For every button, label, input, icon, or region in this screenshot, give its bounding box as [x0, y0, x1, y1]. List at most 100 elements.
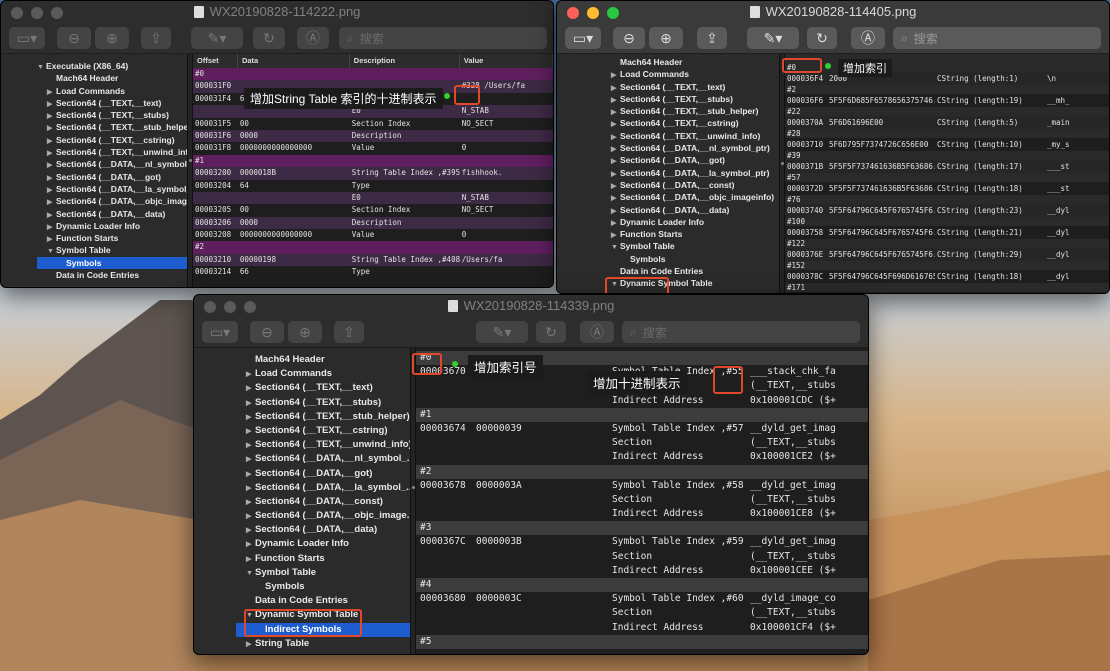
markup-button[interactable]: ✎▾ [747, 27, 799, 49]
table-row[interactable]: E0 N_STAB [193, 191, 553, 205]
zoom-out-button[interactable]: ⊖ [613, 27, 645, 49]
rotate-button[interactable]: ↻ [807, 27, 837, 49]
table-row[interactable]: 000036F4 2000 CString (length:1) \n [785, 72, 1109, 85]
sidebar-item[interactable]: ▶ Load Commands [601, 68, 779, 80]
disclosure-closed-icon[interactable]: ▶ [47, 210, 56, 220]
sidebar-item[interactable]: ▶ Section64 (__DATA,__nl_symbol_... [236, 452, 410, 466]
table-row[interactable]: 000036F6 5F5F6D685F6578656375746... CStrin… [785, 94, 1109, 107]
sidebar-item[interactable]: ▶ Dynamic Loader Info [236, 537, 410, 551]
sidebar-item[interactable]: ▶Section64 (__DATA,__nl_symbol_ptr) [601, 142, 779, 154]
disclosure-closed-icon[interactable]: ▶ [611, 95, 620, 105]
disclosure-closed-icon[interactable]: ▶ [611, 156, 620, 166]
disclosure-closed-icon[interactable]: ▶ [246, 638, 255, 651]
disclosure-closed-icon[interactable]: ▶ [611, 119, 620, 129]
column-header[interactable]: Description [350, 54, 460, 68]
sidebar-item[interactable]: ▶ Section64 (__DATA,__got) [236, 467, 410, 481]
sidebar-item[interactable]: Data in Code Entries [37, 269, 187, 281]
disclosure-closed-icon[interactable]: ▶ [611, 144, 620, 154]
sidebar-item[interactable]: ▶ Function Starts [236, 552, 410, 566]
zoom-in-button[interactable]: ⊕ [95, 27, 129, 49]
zoom-out-button[interactable]: ⊖ [57, 27, 91, 49]
sidebar-item[interactable]: ▶ Load Commands [37, 85, 187, 97]
disclosure-closed-icon[interactable]: ▶ [246, 382, 255, 395]
sidebar-item[interactable]: Symbols [236, 580, 410, 594]
share-button[interactable]: ⇪ [141, 27, 171, 49]
sidebar-item[interactable]: ▼ Symbol Table [601, 240, 779, 252]
search-field[interactable]: ⌕ 搜索 [622, 321, 860, 343]
zoom-out-button[interactable]: ⊖ [250, 321, 284, 343]
zoom-in-button[interactable]: ⊕ [288, 321, 322, 343]
sidebar-toggle-button[interactable]: ▭▾ [9, 27, 45, 49]
sidebar-item[interactable]: ▶Section64 (__DATA,__objc_imageinfo) [601, 191, 779, 203]
sidebar-item[interactable]: ▶ Section64 (__DATA,__data) [37, 208, 187, 220]
sidebar-item[interactable]: ▶ Dynamic Loader Info [37, 220, 187, 232]
table-row[interactable]: 00003208 0000000000000000 Value 0 [193, 229, 553, 241]
disclosure-closed-icon[interactable]: ▶ [47, 197, 56, 207]
disclosure-closed-icon[interactable]: ▶ [246, 468, 255, 481]
table-row[interactable]: 000031F8 0000000000000000 Value 0 [193, 142, 553, 154]
disclosure-closed-icon[interactable]: ▶ [246, 510, 255, 523]
sidebar-item[interactable]: ▶ Section64 (__DATA,__objc_image... [236, 509, 410, 523]
share-button[interactable]: ⇪ [334, 321, 364, 343]
sidebar-item[interactable]: ▶ Section64 (__TEXT,__unwind_info) [601, 130, 779, 142]
table-row[interactable]: Section (__TEXT,__stubs [416, 606, 868, 620]
sidebar-item[interactable]: ▶ Section64 (__TEXT,__text) [37, 97, 187, 109]
disclosure-closed-icon[interactable]: ▶ [611, 230, 620, 240]
sidebar-item[interactable]: ▼ Symbol Table [37, 244, 187, 256]
markup-button[interactable]: ✎▾ [191, 27, 243, 49]
disclosure-closed-icon[interactable]: ▶ [611, 218, 620, 228]
table-row[interactable]: Indirect Address 0x100001CE2 ($+ [416, 450, 868, 464]
sidebar-item[interactable]: ▶ Section64 (__DATA,__got) [601, 154, 779, 166]
table-row[interactable]: 00003674 00000039 Symbol Table Index ,#57 _… [416, 422, 868, 436]
disclosure-open-icon[interactable]: ▼ [611, 242, 620, 252]
disclosure-closed-icon[interactable]: ▶ [611, 169, 620, 179]
sidebar-item[interactable]: ▶Section64 (__DATA,__la_symbol_ptr) [601, 167, 779, 179]
sidebar-item[interactable]: ▶ Section64 (__TEXT,__stub_helper) [236, 410, 410, 424]
sidebar-item[interactable]: ▶ Function Starts [601, 228, 779, 240]
disclosure-closed-icon[interactable]: ▶ [611, 107, 620, 117]
sidebar-item[interactable]: Symbols [601, 253, 779, 265]
table-row[interactable]: Section (__TEXT,__stubs [416, 436, 868, 450]
table-row[interactable]: 00003206 0000 Description [193, 216, 553, 230]
table-row[interactable]: #2 [193, 241, 553, 254]
sidebar-item[interactable]: ▶ Section64 (__DATA,__got) [37, 171, 187, 183]
table-row[interactable]: Section (__TEXT,__stubs [416, 550, 868, 564]
table-row[interactable]: 00003200 0000018B String Table Index ,#395… [193, 167, 553, 180]
markup-button[interactable]: ✎▾ [476, 321, 528, 343]
disclosure-open-icon[interactable]: ▼ [37, 62, 46, 72]
sidebar-item[interactable]: ▶ Dynamic Loader Info [601, 216, 779, 228]
annotate-button[interactable]: Ⓐ [851, 27, 885, 49]
search-field[interactable]: ⌕ 搜索 [339, 27, 547, 49]
sidebar-item[interactable]: ▶ String Table [236, 637, 410, 651]
sidebar-item[interactable]: ▶ Function Starts [37, 232, 187, 244]
sidebar-item[interactable]: ▶ Section64 (__TEXT,__stub_helper) [601, 105, 779, 117]
sidebar-item[interactable]: Data in Code Entries [601, 265, 779, 277]
table-row[interactable]: Indirect Address 0x100001CDC ($+ [416, 394, 868, 408]
disclosure-closed-icon[interactable]: ▶ [47, 87, 56, 97]
table-row[interactable]: 00003214 66 Type [193, 266, 553, 278]
sidebar-item[interactable]: ▶Section64 (__DATA,__la_symbol_ptr) [37, 183, 187, 195]
disclosure-closed-icon[interactable]: ▶ [246, 482, 255, 495]
disclosure-closed-icon[interactable]: ▶ [611, 132, 620, 142]
sidebar-item[interactable]: ▶ Section64 (__TEXT,__text) [601, 81, 779, 93]
annotate-button[interactable]: Ⓐ [297, 27, 329, 49]
disclosure-closed-icon[interactable]: ▶ [246, 538, 255, 551]
table-row[interactable]: 0000378C 5F5F64796C645F696D616765...CStri… [785, 270, 1109, 283]
sidebar-toggle-button[interactable]: ▭▾ [202, 321, 238, 343]
disclosure-open-icon[interactable]: ▼ [47, 246, 56, 256]
sidebar-item[interactable]: ▶ Section64 (__TEXT,__stubs) [37, 109, 187, 121]
sidebar-item[interactable]: ▶ Section64 (__TEXT,__stubs) [601, 93, 779, 105]
column-header[interactable]: Offset [193, 54, 238, 68]
table-row[interactable]: 0000367C 0000003B Symbol Table Index ,#59 _… [416, 535, 868, 549]
table-row[interactable]: 00003204 64 Type [193, 180, 553, 192]
rotate-button[interactable]: ↻ [536, 321, 566, 343]
sidebar-item[interactable]: ▶ Section64 (__TEXT,__unwind_info) [236, 438, 410, 452]
sidebar-item[interactable]: Symbols [37, 256, 187, 270]
sidebar-item[interactable]: ▶ Section64 (__DATA,__data) [236, 523, 410, 537]
disclosure-closed-icon[interactable]: ▶ [47, 160, 56, 170]
sidebar-item[interactable]: ▼ Executable (X86_64) [37, 60, 187, 72]
annotate-button[interactable]: Ⓐ [580, 321, 614, 343]
table-row[interactable]: Section (__TEXT,__stubs [416, 493, 868, 507]
zoom-in-button[interactable]: ⊕ [649, 27, 683, 49]
disclosure-closed-icon[interactable]: ▶ [47, 111, 56, 121]
